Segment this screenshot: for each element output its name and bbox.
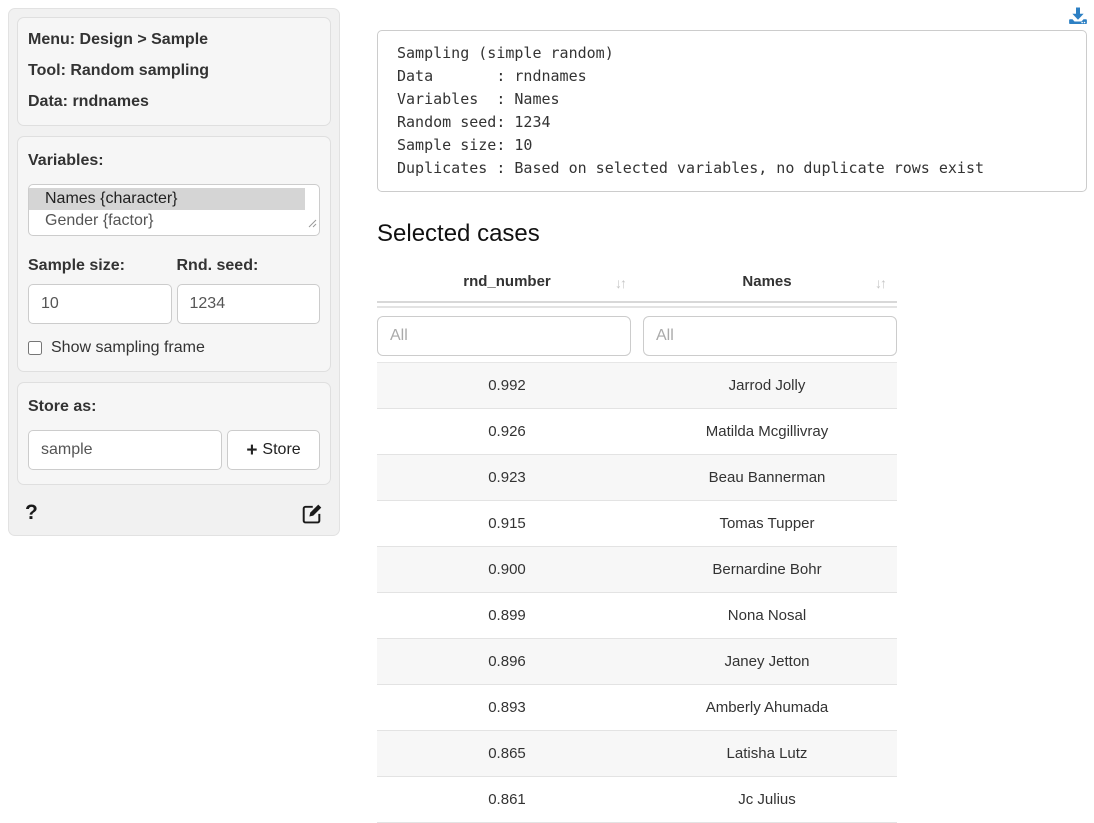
cell-rnd-number: 0.893 <box>377 699 637 716</box>
table-row: 0.865Latisha Lutz <box>377 731 897 777</box>
cell-name: Bernardine Bohr <box>637 561 897 578</box>
rnd-seed-label: Rnd. seed: <box>177 256 321 276</box>
cell-rnd-number: 0.900 <box>377 561 637 578</box>
cell-rnd-number: 0.926 <box>377 423 637 440</box>
download-icon[interactable] <box>1068 6 1088 26</box>
cell-name: Janey Jetton <box>637 653 897 670</box>
table-row: 0.915Tomas Tupper <box>377 501 897 547</box>
selected-cases-heading: Selected cases <box>377 220 1087 248</box>
column-header-label: rnd_number <box>463 273 551 290</box>
edit-icon[interactable] <box>302 503 323 524</box>
help-icon[interactable]: ? <box>25 501 38 525</box>
listbox-option[interactable]: Gender {factor} <box>29 210 319 232</box>
cell-name: Latisha Lutz <box>637 745 897 762</box>
store-button[interactable]: + Store <box>227 430 320 470</box>
column-header-label: Names <box>742 273 791 290</box>
variables-label: Variables: <box>28 151 320 171</box>
menu-breadcrumb: Menu: Design > Sample <box>28 32 320 48</box>
cell-name: Matilda Mcgillivray <box>637 423 897 440</box>
table-row: 0.926Matilda Mcgillivray <box>377 409 897 455</box>
cell-rnd-number: 0.915 <box>377 515 637 532</box>
tool-name: Tool: Random sampling <box>28 63 320 79</box>
store-panel: Store as: + Store <box>17 382 331 485</box>
table-filter-row <box>377 308 897 362</box>
main-output: Sampling (simple random) Data : rndnames… <box>377 0 1087 823</box>
store-button-label: Store <box>262 441 300 459</box>
cell-name: Jarrod Jolly <box>637 377 897 394</box>
table-row: 0.992Jarrod Jolly <box>377 363 897 409</box>
table-header-row: rnd_number ↓↑ Names ↓↑ <box>377 266 897 301</box>
show-sampling-frame-label[interactable]: Show sampling frame <box>51 339 205 357</box>
controls-panel: Variables: Names {character}Gender {fact… <box>17 136 331 372</box>
table-row: 0.900Bernardine Bohr <box>377 547 897 593</box>
column-header-names[interactable]: Names ↓↑ <box>637 272 897 291</box>
info-panel: Menu: Design > Sample Tool: Random sampl… <box>17 17 331 126</box>
table-row: 0.861Jc Julius <box>377 777 897 823</box>
sidebar: Menu: Design > Sample Tool: Random sampl… <box>8 8 340 536</box>
sampling-summary: Sampling (simple random) Data : rndnames… <box>377 30 1087 192</box>
selected-cases-table: rnd_number ↓↑ Names ↓↑ 0.992Jarrod Jolly… <box>377 266 897 823</box>
store-as-input[interactable] <box>28 430 222 470</box>
listbox-option[interactable]: Names {character} <box>29 188 305 210</box>
sidebar-footer: ? <box>17 495 331 527</box>
sample-size-label: Sample size: <box>28 256 172 276</box>
variables-listbox[interactable]: Names {character}Gender {factor} <box>28 184 320 236</box>
cell-name: Tomas Tupper <box>637 515 897 532</box>
cell-rnd-number: 0.861 <box>377 791 637 808</box>
table-row: 0.896Janey Jetton <box>377 639 897 685</box>
cell-name: Jc Julius <box>637 791 897 808</box>
dataset-name: Data: rndnames <box>28 94 320 110</box>
cell-rnd-number: 0.865 <box>377 745 637 762</box>
cell-rnd-number: 0.992 <box>377 377 637 394</box>
sort-icon[interactable]: ↓↑ <box>615 274 625 293</box>
filter-input-rnd-number[interactable] <box>377 316 631 356</box>
rnd-seed-input[interactable] <box>177 284 321 324</box>
column-header-rnd-number[interactable]: rnd_number ↓↑ <box>377 272 637 291</box>
sample-size-input[interactable] <box>28 284 172 324</box>
cell-name: Amberly Ahumada <box>637 699 897 716</box>
store-as-label: Store as: <box>28 397 320 417</box>
header-divider <box>377 301 897 308</box>
toolbar <box>377 0 1087 30</box>
plus-icon: + <box>246 441 257 460</box>
table-body: 0.992Jarrod Jolly0.926Matilda Mcgillivra… <box>377 362 897 823</box>
resize-handle-icon[interactable] <box>308 215 317 233</box>
sort-icon[interactable]: ↓↑ <box>875 274 885 293</box>
show-sampling-frame-checkbox[interactable] <box>28 341 42 355</box>
cell-rnd-number: 0.896 <box>377 653 637 670</box>
cell-rnd-number: 0.899 <box>377 607 637 624</box>
table-row: 0.893Amberly Ahumada <box>377 685 897 731</box>
table-row: 0.923Beau Bannerman <box>377 455 897 501</box>
filter-input-names[interactable] <box>643 316 897 356</box>
cell-name: Beau Bannerman <box>637 469 897 486</box>
cell-name: Nona Nosal <box>637 607 897 624</box>
table-row: 0.899Nona Nosal <box>377 593 897 639</box>
cell-rnd-number: 0.923 <box>377 469 637 486</box>
